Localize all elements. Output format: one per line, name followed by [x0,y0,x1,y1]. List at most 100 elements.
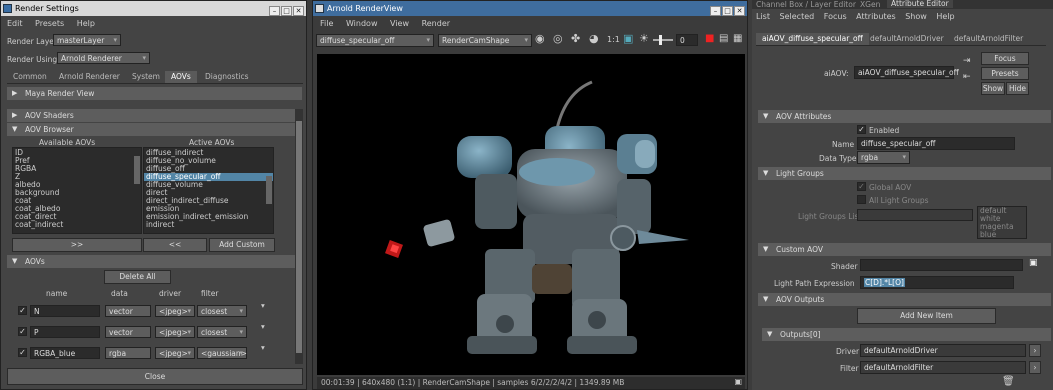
settings-icon[interactable]: ▦ [733,33,742,44]
list-item[interactable]: background [13,189,141,197]
tab-diagnostics[interactable]: Diagnostics [199,71,255,83]
menu-presets[interactable]: Presets [35,19,64,28]
trash-icon[interactable]: 🗑 [1002,376,1015,387]
aov-filter-select[interactable]: closest [197,305,247,317]
refresh-render-icon[interactable]: ◉ [535,32,545,45]
menu-attributes[interactable]: Attributes [856,12,896,21]
show-button[interactable]: Show [981,82,1005,95]
global-aov-checkbox[interactable]: ✓ [857,182,866,191]
menu-view[interactable]: View [390,19,409,28]
driver-goto-button[interactable]: › [1029,344,1041,357]
tab-channel-box[interactable]: Channel Box / Layer Editor [756,0,856,9]
filter-goto-button[interactable]: › [1029,361,1041,374]
aov-enable-checkbox[interactable]: ✓ [18,327,27,336]
settings-scrollbar[interactable] [295,109,303,364]
aov-driver-select[interactable]: <jpeg> [155,347,195,359]
row-options-icon[interactable]: ▾ [261,322,265,331]
aov-driver-select[interactable]: <jpeg> [155,326,195,338]
outputs-0-section[interactable]: ▼ Outputs[0] [762,328,1051,341]
menu-help[interactable]: Help [77,19,95,28]
hide-button[interactable]: Hide [1006,82,1029,95]
status-grip-icon[interactable]: ▣ [734,377,742,386]
driver-field[interactable]: defaultArnoldDriver [860,344,1026,357]
menu-list[interactable]: List [756,12,770,21]
tab-xgen[interactable]: XGen [860,0,880,9]
tab-aiaov-node[interactable]: aiAOV_diffuse_specular_off [756,33,869,45]
close-window-button[interactable]: ✕ [293,6,304,16]
ipr-icon[interactable]: ◎ [553,32,563,45]
aov-driver-select[interactable]: <jpeg> [155,305,195,317]
tab-attribute-editor[interactable]: Attribute Editor [887,0,953,8]
aov-filter-select[interactable]: <gaussian> [197,347,247,359]
aov-data-select[interactable]: vector [105,305,151,317]
aov-shaders-section[interactable]: ▶ AOV Shaders [7,109,302,122]
tab-default-arnold-filter[interactable]: defaultArnoldFilter [948,33,1029,45]
shader-field[interactable] [860,259,1023,271]
list-item[interactable]: ID [13,149,141,157]
aiaov-node-name-field[interactable]: aiAOV_diffuse_specular_off [854,66,959,79]
menu-render[interactable]: Render [422,19,450,28]
active-aovs-list[interactable]: diffuse_indirect diffuse_no_volume diffu… [143,147,274,234]
stop-render-icon[interactable]: ■ [705,33,714,44]
maximize-button[interactable]: □ [722,6,733,16]
scrollbar[interactable] [266,176,272,204]
channels-icon[interactable]: ✤ [571,32,580,45]
menu-edit[interactable]: Edit [7,19,23,28]
menu-selected[interactable]: Selected [780,12,815,21]
aov-enable-checkbox[interactable]: ✓ [18,348,27,357]
menu-file[interactable]: File [320,19,333,28]
menu-focus[interactable]: Focus [824,12,847,21]
aov-name-field[interactable]: P [30,326,100,338]
exposure-slider-handle[interactable] [659,35,662,45]
scrollbar-thumb[interactable] [296,121,302,353]
zoom-ratio[interactable]: 1:1 [607,35,620,44]
snapshot-icon[interactable]: ▤ [719,33,728,44]
aov-enable-checkbox[interactable]: ✓ [18,306,27,315]
light-groups-section[interactable]: ▼ Light Groups [758,167,1051,180]
presets-button[interactable]: Presets [981,67,1029,80]
list-item[interactable]: blue [978,231,1026,239]
node-input-icon[interactable]: ⇥ [963,56,971,66]
light-groups-filter-field[interactable] [857,209,973,221]
menu-window[interactable]: Window [346,19,378,28]
tab-default-arnold-driver[interactable]: defaultArnoldDriver [864,33,950,45]
minimize-button[interactable]: – [710,6,721,16]
menu-show[interactable]: Show [905,12,927,21]
add-new-item-button[interactable]: Add New Item [857,308,996,324]
aov-attributes-section[interactable]: ▼ AOV Attributes [758,110,1051,123]
tab-aovs[interactable]: AOVs [165,71,197,83]
maximize-button[interactable]: □ [281,6,292,16]
menu-help[interactable]: Help [936,12,954,21]
delete-all-button[interactable]: Delete All [104,270,171,284]
aovs-section[interactable]: ▼ AOVs [7,255,295,268]
tab-common[interactable]: Common [7,71,53,83]
color-wheel-icon[interactable]: ◕ [589,32,599,45]
maya-render-view-section[interactable]: ▶ Maya Render View [7,87,302,100]
lpe-field[interactable]: C[D].*L[O] [860,276,1014,289]
move-left-button[interactable]: << [143,238,207,252]
custom-aov-section[interactable]: ▼ Custom AOV [758,243,1051,256]
render-layer-select[interactable]: masterLayer [53,34,121,46]
add-custom-button[interactable]: Add Custom [209,238,275,252]
close-button[interactable]: Close [7,368,303,385]
aov-browser-section[interactable]: ▼ AOV Browser [7,123,302,136]
tab-arnold-renderer[interactable]: Arnold Renderer [53,71,126,83]
list-item[interactable]: indirect [144,221,273,229]
render-using-select[interactable]: Arnold Renderer [57,52,150,64]
enabled-checkbox[interactable]: ✓ [857,125,866,134]
exposure-slider[interactable] [653,39,673,41]
row-options-icon[interactable]: ▾ [261,301,265,310]
close-window-button[interactable]: ✕ [734,6,745,16]
focus-button[interactable]: Focus [981,52,1029,65]
camera-select[interactable]: RenderCamShape [438,34,532,47]
row-options-icon[interactable]: ▾ [261,343,265,352]
shader-map-icon[interactable]: ▣ [1029,258,1038,268]
light-groups-list[interactable]: default white magenta blue [977,206,1027,239]
exposure-field[interactable]: 0 [676,34,698,46]
scrollbar[interactable] [134,156,140,184]
aov-name-field[interactable]: N [30,305,100,317]
aov-name-field[interactable]: RGBA_blue [30,347,100,359]
frame-icon[interactable]: ▣ [623,32,633,45]
list-item[interactable]: RGBA [13,165,141,173]
aov-name-field[interactable]: diffuse_specular_off [857,137,1015,150]
